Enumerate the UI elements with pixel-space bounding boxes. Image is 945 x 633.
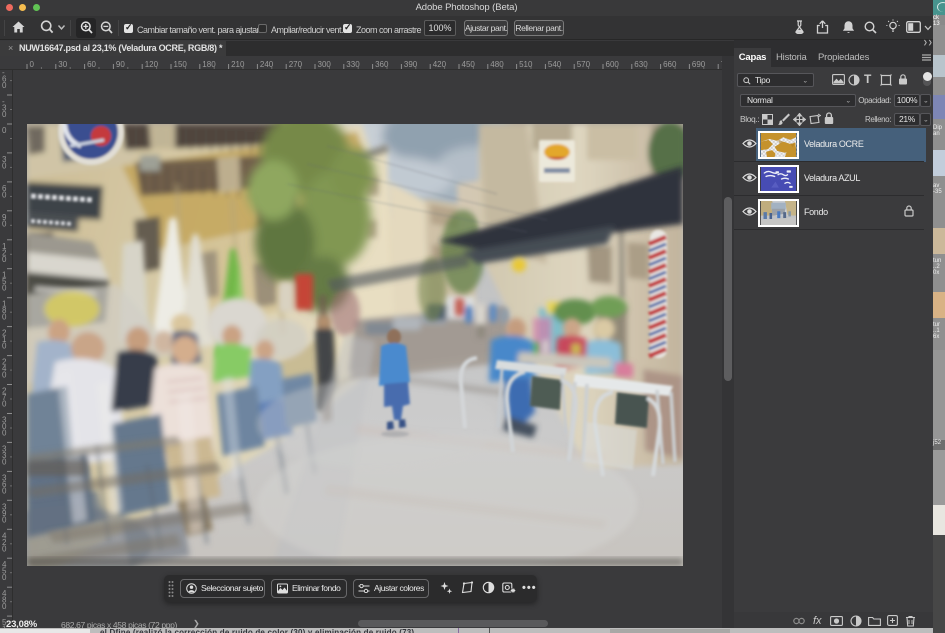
svg-text:0: 0 (2, 573, 7, 582)
svg-text:90: 90 (116, 60, 125, 69)
svg-text:690: 690 (692, 60, 706, 69)
svg-text:0: 0 (2, 126, 7, 135)
svg-text:630: 630 (634, 60, 648, 69)
svg-text:390: 390 (404, 60, 418, 69)
svg-text:540: 540 (548, 60, 562, 69)
svg-text:300: 300 (318, 60, 332, 69)
svg-text:360: 360 (375, 60, 389, 69)
svg-text:0: 0 (30, 60, 35, 69)
svg-text:0: 0 (2, 190, 7, 199)
svg-text:0: 0 (2, 371, 7, 380)
svg-text:150: 150 (174, 60, 188, 69)
svg-text:0: 0 (2, 342, 7, 351)
svg-text:0: 0 (2, 284, 7, 293)
svg-text:0: 0 (2, 219, 7, 228)
svg-text:240: 240 (260, 60, 274, 69)
svg-text:0: 0 (2, 602, 7, 611)
svg-text:0: 0 (2, 486, 7, 495)
svg-text:60: 60 (87, 60, 96, 69)
svg-text:0: 0 (2, 544, 7, 553)
svg-text:0: 0 (2, 457, 7, 466)
svg-text:30: 30 (58, 60, 67, 69)
svg-text:480: 480 (490, 60, 504, 69)
svg-text:270: 270 (289, 60, 303, 69)
svg-text:510: 510 (519, 60, 533, 69)
svg-text:0: 0 (2, 429, 7, 438)
svg-text:0: 0 (2, 110, 7, 119)
svg-text:0: 0 (2, 313, 7, 322)
svg-text:330: 330 (346, 60, 360, 69)
svg-text:0: 0 (2, 255, 7, 264)
svg-text:0: 0 (2, 161, 7, 170)
svg-text:570: 570 (577, 60, 591, 69)
svg-text:0: 0 (2, 400, 7, 409)
svg-text:210: 210 (231, 60, 245, 69)
svg-text:180: 180 (202, 60, 216, 69)
svg-text:420: 420 (433, 60, 447, 69)
svg-text:120: 120 (145, 60, 159, 69)
svg-text:660: 660 (663, 60, 677, 69)
svg-text:600: 600 (606, 60, 620, 69)
svg-text:0: 0 (2, 81, 7, 90)
svg-text:0: 0 (2, 515, 7, 524)
svg-text:450: 450 (462, 60, 476, 69)
